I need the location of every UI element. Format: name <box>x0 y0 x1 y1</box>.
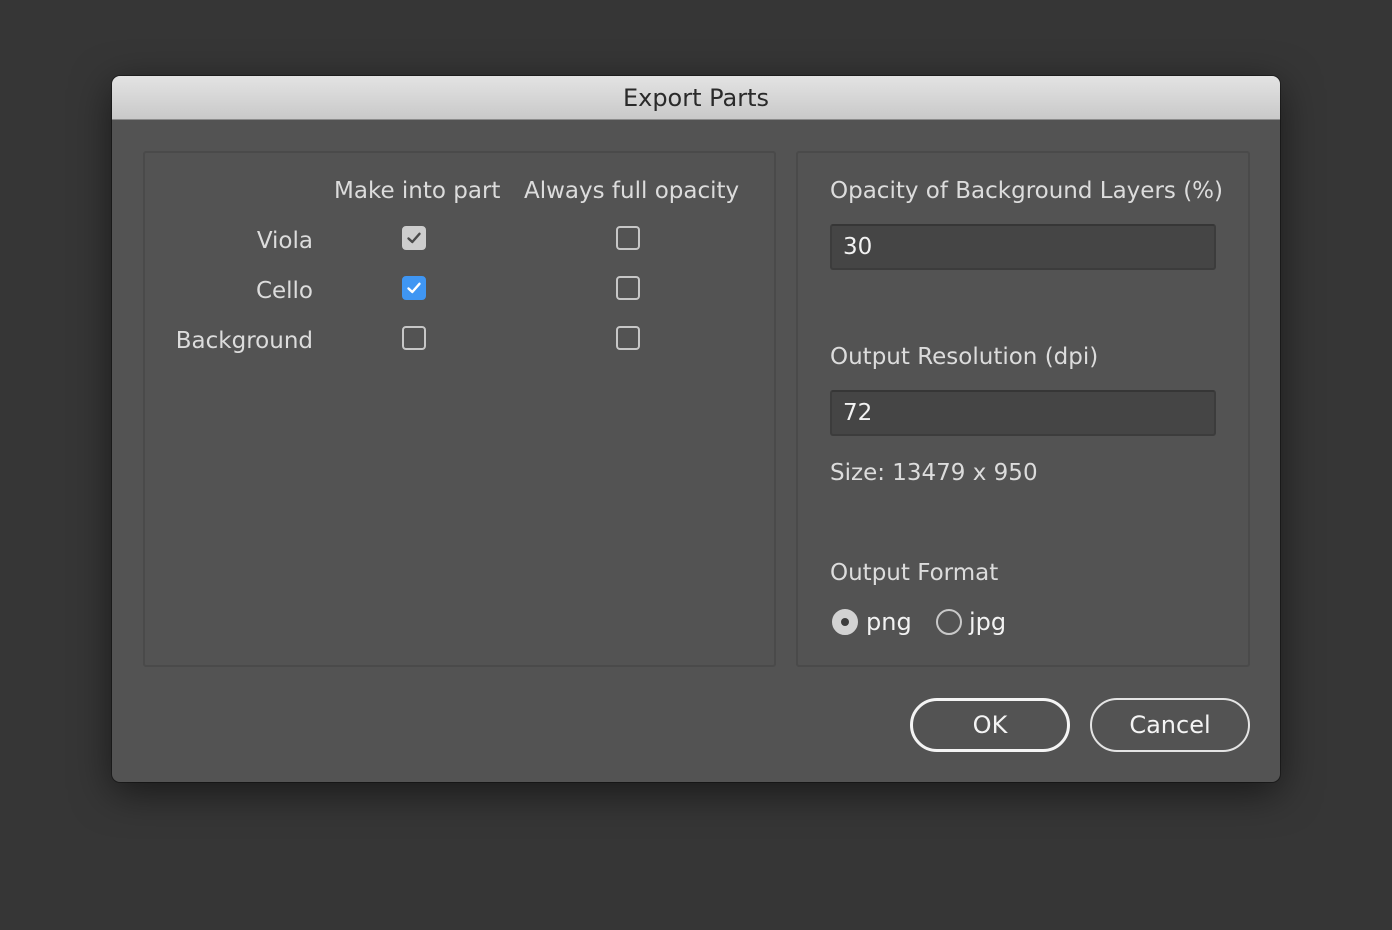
column-header-always-full-opacity: Always full opacity <box>524 178 740 204</box>
ok-button[interactable]: OK <box>910 698 1070 752</box>
part-label-background: Background <box>175 328 313 354</box>
checkmark-icon <box>407 232 421 244</box>
column-header-make-into-part: Make into part <box>334 178 501 204</box>
cello-make-into-part-checkbox[interactable] <box>402 276 426 300</box>
part-label-cello: Cello <box>255 278 313 304</box>
resolution-input[interactable] <box>830 390 1216 436</box>
viola-full-opacity-checkbox[interactable] <box>616 226 640 250</box>
format-png-radio[interactable] <box>832 609 858 635</box>
opacity-input[interactable] <box>830 224 1216 270</box>
format-jpg-label[interactable]: jpg <box>969 608 1006 636</box>
radio-dot <box>841 618 849 626</box>
format-png-label[interactable]: png <box>866 608 912 636</box>
part-label-viola: Viola <box>256 228 313 254</box>
output-format-label: Output Format <box>830 560 999 586</box>
dialog-title: Export Parts <box>112 76 1280 120</box>
checkmark-icon <box>407 282 421 294</box>
viola-make-into-part-checkbox[interactable] <box>402 226 426 250</box>
cancel-button[interactable]: Cancel <box>1090 698 1250 752</box>
background-full-opacity-checkbox[interactable] <box>616 326 640 350</box>
opacity-label: Opacity of Background Layers (%) <box>830 178 1223 204</box>
cello-full-opacity-checkbox[interactable] <box>616 276 640 300</box>
output-size-text: Size: 13479 x 950 <box>830 460 1038 486</box>
resolution-label: Output Resolution (dpi) <box>830 344 1099 370</box>
format-jpg-radio[interactable] <box>936 609 962 635</box>
export-parts-dialog: Export Parts Make into part Always full … <box>112 76 1280 782</box>
background-make-into-part-checkbox[interactable] <box>402 326 426 350</box>
